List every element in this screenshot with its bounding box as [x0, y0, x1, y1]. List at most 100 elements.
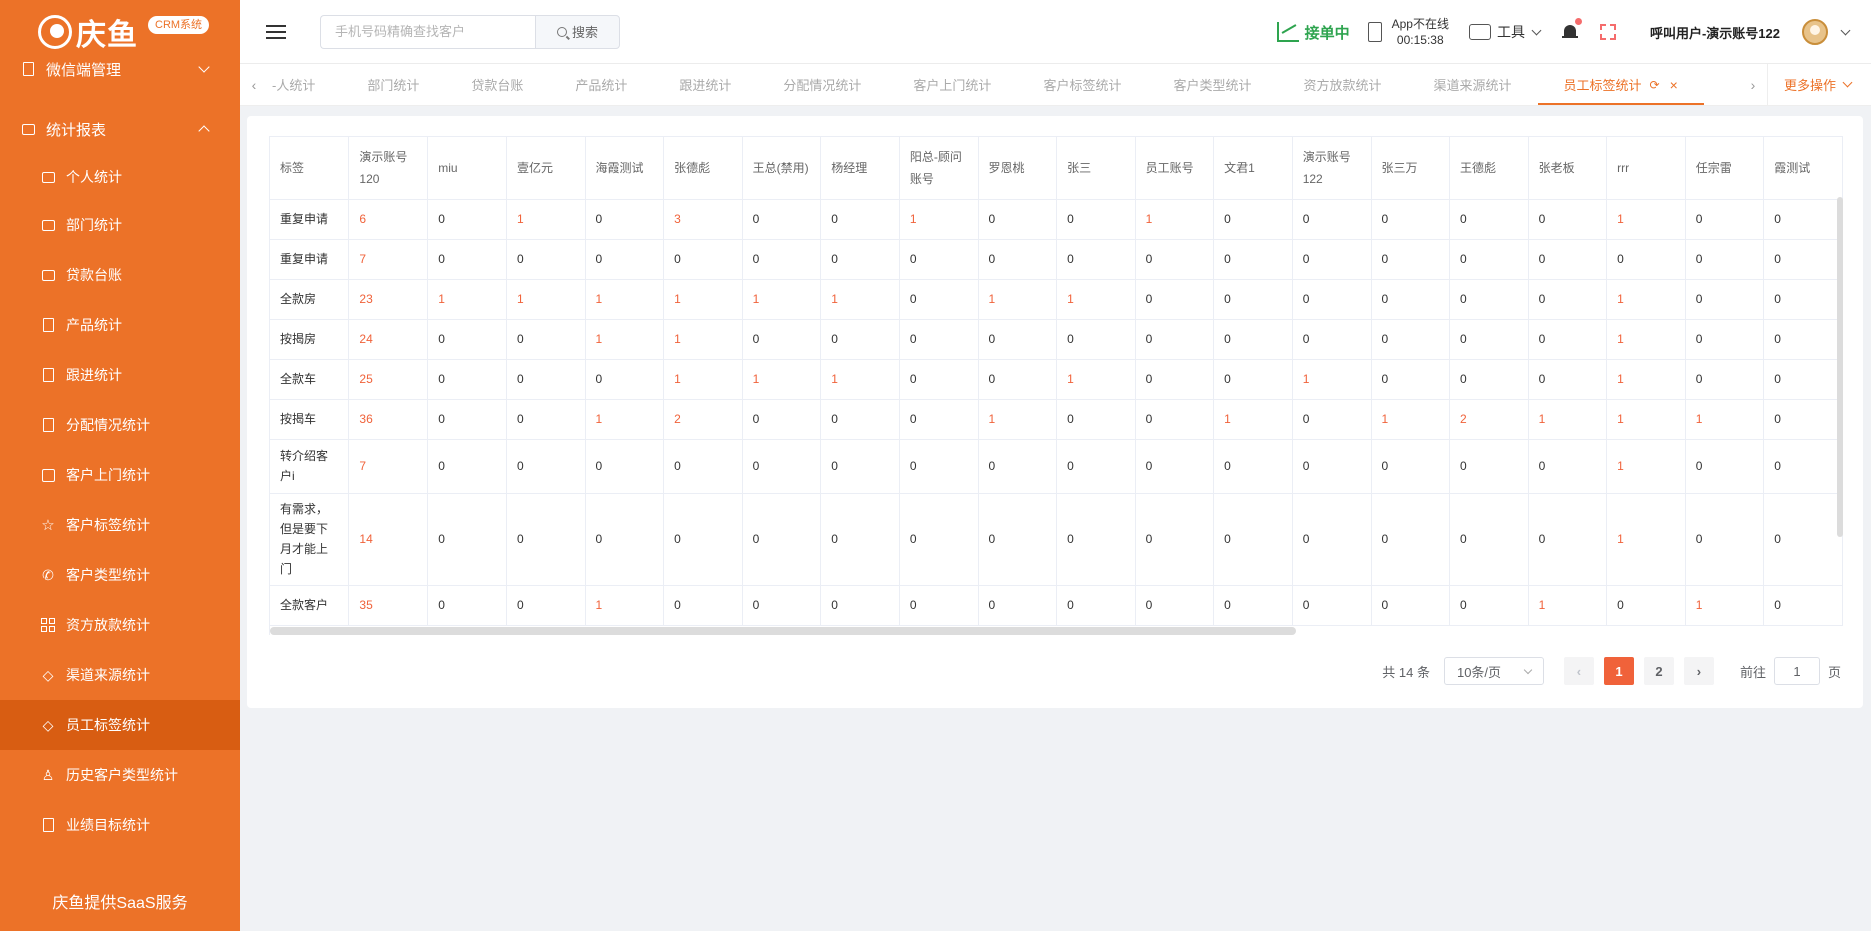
- sidebar-item-5[interactable]: 分配情况统计: [0, 400, 240, 450]
- search-input[interactable]: [320, 14, 535, 49]
- count-cell[interactable]: 1: [427, 279, 507, 320]
- count-cell[interactable]: 1: [585, 585, 665, 626]
- sidebar-group-reports[interactable]: 统计报表: [0, 104, 240, 154]
- tab-8[interactable]: 客户类型统计: [1147, 64, 1277, 105]
- prev-page-button[interactable]: ‹: [1563, 657, 1594, 685]
- count-cell[interactable]: 1: [585, 319, 665, 360]
- refresh-icon[interactable]: ⟳: [1650, 78, 1660, 92]
- count-cell[interactable]: 1: [506, 279, 586, 320]
- stats-table-container[interactable]: 标签 演示账号120 miu 壹亿元 海霞测试 张德彪 王总(禁用) 杨经理 阳总-顾问账号 罗恩…: [269, 136, 1843, 635]
- sidebar-item-13[interactable]: 业绩目标统计: [0, 800, 240, 850]
- user-name[interactable]: 呼叫用户-演示账号122: [1650, 23, 1780, 42]
- tab-scroll-right-icon[interactable]: ›: [1739, 64, 1767, 105]
- count-cell[interactable]: 1: [1056, 359, 1136, 400]
- count-cell: 0: [1685, 319, 1765, 360]
- count-cell[interactable]: 1: [742, 359, 822, 400]
- tab-1[interactable]: 部门统计: [341, 64, 445, 105]
- vertical-scrollbar[interactable]: [1837, 197, 1843, 537]
- tab-10[interactable]: 渠道来源统计: [1407, 64, 1537, 105]
- count-cell[interactable]: 25: [348, 359, 429, 400]
- tab-3[interactable]: 产品统计: [549, 64, 653, 105]
- sidebar-item-2[interactable]: 贷款台账: [0, 250, 240, 300]
- count-cell[interactable]: 35: [348, 585, 429, 626]
- count-cell[interactable]: 1: [1371, 399, 1451, 440]
- count-cell[interactable]: 1: [820, 359, 900, 400]
- count-cell[interactable]: 3: [663, 199, 743, 240]
- sidebar-item-12[interactable]: ♙ 历史客户类型统计: [0, 750, 240, 800]
- tools-menu[interactable]: 工具: [1468, 22, 1542, 42]
- count-cell[interactable]: 1: [978, 279, 1058, 320]
- count-cell[interactable]: 1: [742, 279, 822, 320]
- count-cell[interactable]: 7: [348, 439, 429, 494]
- close-icon[interactable]: ×: [1670, 77, 1678, 93]
- sidebar-item-wechat[interactable]: 微信端管理: [0, 56, 240, 82]
- tab-11[interactable]: 员工标签统计 ⟳ ×: [1537, 64, 1705, 105]
- count-cell[interactable]: 1: [1606, 199, 1686, 240]
- sidebar-item-1[interactable]: 部门统计: [0, 200, 240, 250]
- count-cell[interactable]: 1: [978, 399, 1058, 440]
- page-button[interactable]: 2: [1643, 657, 1674, 685]
- count-cell[interactable]: 1: [663, 319, 743, 360]
- fullscreen-icon[interactable]: [1599, 24, 1616, 40]
- count-cell[interactable]: 1: [506, 199, 586, 240]
- chevron-down-icon[interactable]: [1840, 25, 1851, 35]
- count-cell[interactable]: 1: [1292, 359, 1372, 400]
- count-cell[interactable]: 24: [348, 319, 429, 360]
- count-cell[interactable]: 23: [348, 279, 429, 320]
- bell-icon[interactable]: [1561, 18, 1582, 41]
- count-cell[interactable]: 1: [1606, 399, 1686, 440]
- tab-9[interactable]: 资方放款统计: [1277, 64, 1407, 105]
- tab-0[interactable]: -人统计: [268, 64, 341, 105]
- sidebar-item-7[interactable]: ☆ 客户标签统计: [0, 500, 240, 550]
- count-cell[interactable]: 36: [348, 399, 429, 440]
- count-cell[interactable]: 1: [820, 279, 900, 320]
- goto-page-input[interactable]: [1773, 657, 1820, 685]
- count-cell[interactable]: 1: [1685, 399, 1765, 440]
- count-cell[interactable]: 1: [1685, 585, 1765, 626]
- count-cell[interactable]: 1: [585, 279, 665, 320]
- tab-5[interactable]: 分配情况统计: [757, 64, 887, 105]
- tab-scroll-left-icon[interactable]: ‹: [240, 64, 268, 105]
- count-cell[interactable]: 1: [899, 199, 979, 240]
- count-cell[interactable]: 1: [1213, 399, 1293, 440]
- next-page-button[interactable]: ›: [1683, 657, 1714, 685]
- count-cell[interactable]: 1: [1528, 399, 1608, 440]
- count-cell[interactable]: 2: [663, 399, 743, 440]
- count-cell[interactable]: 1: [1056, 279, 1136, 320]
- count-cell[interactable]: 7: [348, 239, 429, 280]
- count-cell[interactable]: 1: [1606, 493, 1686, 586]
- page-button[interactable]: 1: [1603, 657, 1634, 685]
- menu-toggle-icon[interactable]: [266, 24, 286, 39]
- tab-4[interactable]: 跟进统计: [653, 64, 757, 105]
- sidebar-item-8[interactable]: ✆ 客户类型统计: [0, 550, 240, 600]
- sidebar-item-4[interactable]: 跟进统计: [0, 350, 240, 400]
- count-cell[interactable]: 6: [348, 199, 429, 240]
- count-cell[interactable]: 1: [663, 359, 743, 400]
- sidebar-item-3[interactable]: 产品统计: [0, 300, 240, 350]
- count-cell[interactable]: 1: [1606, 319, 1686, 360]
- chevron-up-icon: [198, 125, 210, 137]
- more-operations-button[interactable]: 更多操作: [1766, 64, 1871, 105]
- sidebar-item-9[interactable]: 资方放款统计: [0, 600, 240, 650]
- tab-7[interactable]: 客户标签统计: [1017, 64, 1147, 105]
- tab-6[interactable]: 客户上门统计: [887, 64, 1017, 105]
- sidebar-item-11[interactable]: ◇ 员工标签统计: [0, 700, 240, 750]
- avatar[interactable]: [1802, 19, 1828, 45]
- sidebar-item-10[interactable]: ◇ 渠道来源统计: [0, 650, 240, 700]
- count-cell[interactable]: 1: [1606, 439, 1686, 494]
- count-cell[interactable]: 14: [348, 493, 429, 586]
- count-cell[interactable]: 1: [585, 399, 665, 440]
- search-button[interactable]: 搜索: [535, 14, 620, 49]
- count-cell[interactable]: 1: [663, 279, 743, 320]
- online-status[interactable]: 接单中: [1276, 22, 1350, 43]
- page-size-select[interactable]: 10条/页: [1443, 657, 1544, 685]
- horizontal-scrollbar[interactable]: [270, 627, 1296, 635]
- count-cell[interactable]: 1: [1135, 199, 1215, 240]
- count-cell[interactable]: 1: [1528, 585, 1608, 626]
- count-cell[interactable]: 1: [1606, 359, 1686, 400]
- count-cell[interactable]: 2: [1449, 399, 1529, 440]
- sidebar-item-6[interactable]: 客户上门统计: [0, 450, 240, 500]
- tab-2[interactable]: 贷款台账: [445, 64, 549, 105]
- count-cell[interactable]: 1: [1606, 279, 1686, 320]
- sidebar-item-0[interactable]: 个人统计: [0, 154, 240, 200]
